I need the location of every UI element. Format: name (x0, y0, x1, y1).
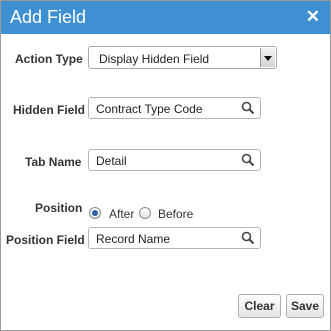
hidden-field-input[interactable]: Contract Type Code (88, 97, 261, 119)
clear-button[interactable]: Clear (238, 294, 281, 318)
action-type-value: Display Hidden Field (99, 52, 210, 66)
search-icon[interactable] (241, 153, 255, 167)
position-field-input[interactable]: Record Name (88, 227, 261, 249)
position-before-radio[interactable] (139, 207, 151, 219)
position-label: Position (35, 201, 83, 215)
position-before-label[interactable]: Before (158, 207, 193, 221)
search-icon[interactable] (241, 231, 255, 245)
add-field-dialog: Add Field ✕ Action Type Display Hidden F… (0, 0, 331, 331)
dialog-titlebar: Add Field ✕ (1, 1, 330, 34)
dialog-title: Add Field (10, 7, 87, 27)
action-type-label: Action Type (15, 52, 83, 66)
tab-name-input[interactable]: Detail (88, 149, 261, 171)
chevron-down-icon[interactable] (260, 48, 275, 67)
position-field-value: Record Name (96, 232, 171, 246)
position-after-label[interactable]: After (109, 207, 134, 221)
close-icon[interactable]: ✕ (306, 7, 320, 27)
save-button[interactable]: Save (286, 294, 324, 318)
search-icon[interactable] (241, 101, 255, 115)
position-after-radio[interactable] (89, 207, 101, 219)
position-field-label: Position Field (6, 233, 85, 247)
hidden-field-value: Contract Type Code (96, 102, 203, 116)
tab-name-value: Detail (96, 154, 127, 168)
tab-name-label: Tab Name (25, 155, 82, 169)
action-type-select[interactable]: Display Hidden Field (88, 46, 277, 69)
hidden-field-label: Hidden Field (13, 103, 85, 117)
